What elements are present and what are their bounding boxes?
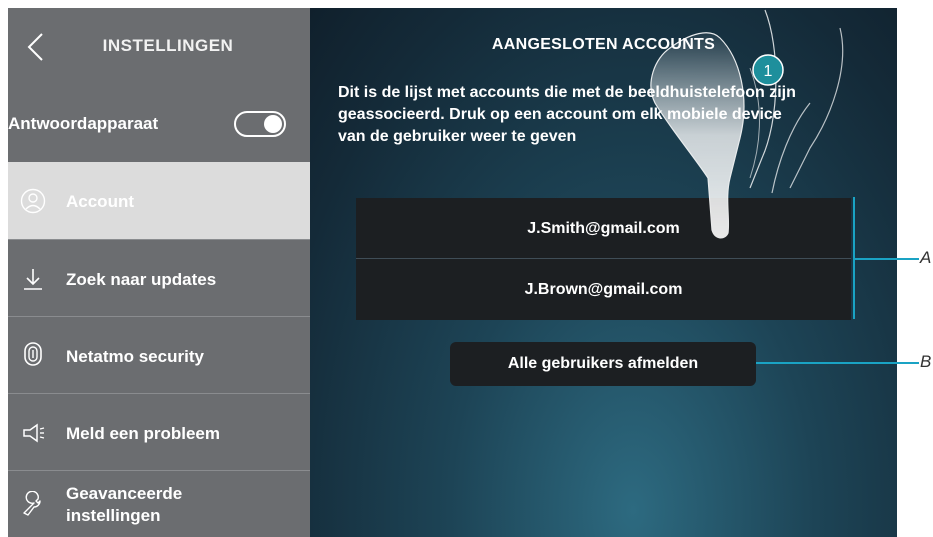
answering-machine-row: Antwoordapparaat	[8, 84, 310, 162]
logout-all-button[interactable]: Alle gebruikers afmelden	[450, 342, 756, 386]
settings-sidebar: INSTELLINGEN Antwoordapparaat Account Zo…	[8, 8, 310, 537]
sidebar-item-netatmo[interactable]: Netatmo security	[8, 316, 310, 394]
sidebar-item-updates[interactable]: Zoek naar updates	[8, 239, 310, 317]
sidebar-item-label: Geavanceerde instellingen	[66, 484, 183, 525]
sidebar-item-advanced[interactable]: Geavanceerde instellingen	[8, 470, 310, 537]
callout-label-b: B	[920, 352, 932, 371]
answering-machine-label: Antwoordapparaat	[8, 114, 159, 133]
sidebar-item-label: Meld een probleem	[66, 424, 220, 443]
netatmo-icon	[24, 342, 42, 366]
download-arrow-icon	[24, 269, 42, 290]
account-item[interactable]: J.Brown@gmail.com	[356, 259, 851, 320]
sidebar-item-account[interactable]: Account	[8, 162, 310, 239]
user-circle-icon	[20, 188, 46, 214]
callout-line-b	[756, 362, 919, 364]
wrench-icon	[23, 491, 41, 516]
sidebar-item-label: Zoek naar updates	[66, 270, 217, 289]
answering-machine-toggle[interactable]	[234, 111, 286, 137]
account-item[interactable]: J.Smith@gmail.com	[356, 198, 851, 259]
account-list: J.Smith@gmail.com J.Brown@gmail.com	[356, 198, 851, 320]
accounts-panel: AANGESLOTEN ACCOUNTS Dit is de lijst met…	[310, 8, 897, 537]
megaphone-icon	[23, 423, 45, 443]
sidebar-item-label: Account	[66, 192, 134, 211]
back-chevron-icon[interactable]	[24, 32, 46, 62]
toggle-knob	[264, 115, 282, 133]
description-text: Dit is de lijst met accounts die met de …	[338, 84, 796, 145]
callout-line-a	[855, 258, 919, 260]
device-screen: INSTELLINGEN Antwoordapparaat Account Zo…	[8, 8, 897, 537]
sidebar-title: INSTELLINGEN	[102, 36, 234, 55]
sidebar-item-label: Netatmo security	[66, 347, 204, 366]
sidebar-header: INSTELLINGEN	[8, 8, 310, 84]
sidebar-item-report[interactable]: Meld een probleem	[8, 393, 310, 471]
callout-label-a: A	[920, 248, 932, 267]
page-title: AANGESLOTEN ACCOUNTS	[491, 36, 716, 53]
